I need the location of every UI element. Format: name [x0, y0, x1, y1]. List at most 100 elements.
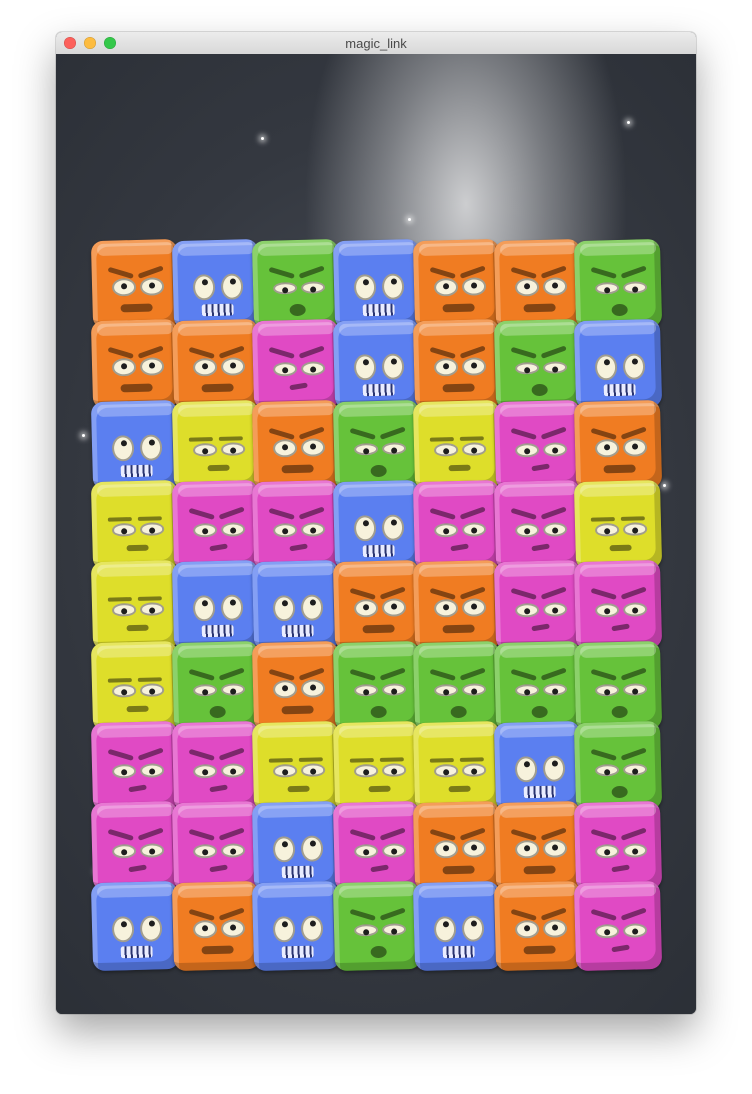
tile-magenta[interactable]: [171, 479, 260, 571]
tile-blue[interactable]: [573, 319, 663, 410]
tile-magenta[interactable]: [90, 720, 180, 811]
tile-yellow[interactable]: [90, 479, 180, 571]
tile-green[interactable]: [251, 238, 341, 330]
tile-magenta[interactable]: [573, 881, 663, 972]
pupil: [551, 447, 558, 454]
tile-blue[interactable]: [332, 479, 421, 571]
tile-orange[interactable]: [171, 881, 260, 972]
tile-orange[interactable]: [171, 319, 260, 410]
tile-highlight: [579, 643, 657, 658]
eye: [139, 843, 165, 858]
eye: [353, 683, 378, 697]
pupil: [631, 358, 639, 365]
tile-green[interactable]: [493, 319, 582, 410]
tile-magenta[interactable]: [90, 800, 180, 892]
eye: [594, 763, 620, 777]
tile-orange[interactable]: [90, 319, 180, 410]
pupil: [471, 527, 478, 534]
tile-magenta[interactable]: [493, 560, 582, 651]
tile-blue[interactable]: [251, 800, 341, 892]
tile-orange[interactable]: [412, 560, 502, 651]
tile-orange[interactable]: [251, 640, 341, 731]
eyebrow: [268, 347, 295, 360]
tile-magenta[interactable]: [171, 800, 260, 892]
mouth: [126, 544, 149, 552]
mouth: [281, 624, 314, 638]
tile-magenta[interactable]: [171, 720, 260, 811]
tile-highlight: [418, 563, 496, 578]
tile-magenta[interactable]: [493, 479, 582, 571]
tile-green[interactable]: [332, 881, 421, 972]
tile-orange[interactable]: [493, 881, 582, 972]
tile-magenta[interactable]: [332, 800, 421, 892]
tile-highlight: [177, 884, 254, 899]
tile-green[interactable]: [573, 238, 663, 330]
tile-green[interactable]: [332, 640, 421, 731]
tile-blue[interactable]: [332, 238, 421, 330]
eye: [622, 281, 648, 294]
tile-blue[interactable]: [251, 881, 341, 972]
tile-orange[interactable]: [332, 560, 421, 651]
tile-highlight: [96, 723, 174, 738]
tile-green[interactable]: [493, 640, 582, 731]
eye: [300, 835, 324, 862]
game-board[interactable]: [56, 54, 696, 1014]
eyebrow: [510, 266, 537, 279]
tile-yellow[interactable]: [412, 720, 502, 811]
tile-yellow[interactable]: [332, 720, 421, 811]
tile-blue[interactable]: [332, 319, 421, 410]
tile-magenta[interactable]: [412, 479, 502, 571]
tile-orange[interactable]: [90, 238, 180, 330]
tile-blue[interactable]: [90, 399, 180, 490]
pupil: [632, 607, 639, 614]
eye: [461, 522, 487, 537]
pupil: [470, 920, 478, 928]
eyebrow: [540, 506, 567, 520]
tile-yellow[interactable]: [412, 399, 502, 490]
tile-green[interactable]: [573, 720, 663, 811]
tile-blue[interactable]: [171, 238, 260, 330]
eye: [433, 442, 459, 457]
tile-blue[interactable]: [493, 720, 582, 811]
tile-yellow[interactable]: [251, 720, 341, 811]
tile-yellow[interactable]: [90, 560, 180, 651]
tile-highlight: [418, 804, 496, 819]
tile-green[interactable]: [412, 640, 502, 731]
tile-highlight: [96, 482, 174, 497]
mouth: [442, 945, 475, 959]
tile-green[interactable]: [171, 640, 260, 731]
eyebrow: [268, 507, 295, 520]
mouth: [611, 623, 630, 632]
tile-orange[interactable]: [573, 399, 663, 490]
tile-orange[interactable]: [493, 800, 582, 892]
tile-highlight: [499, 723, 576, 738]
tile-yellow[interactable]: [573, 479, 663, 571]
tile-highlight: [177, 563, 254, 578]
tile-green[interactable]: [573, 640, 663, 731]
tile-blue[interactable]: [412, 881, 502, 972]
mouth: [450, 705, 467, 718]
pupil: [310, 527, 317, 534]
tile-magenta[interactable]: [251, 319, 341, 410]
tile-yellow[interactable]: [90, 640, 180, 731]
pupil: [523, 925, 530, 932]
mouth: [603, 383, 636, 397]
tile-orange[interactable]: [412, 238, 502, 330]
tile-highlight: [418, 884, 496, 899]
tile-magenta[interactable]: [573, 800, 663, 892]
tile-green[interactable]: [332, 399, 421, 490]
mouth: [287, 785, 310, 793]
tile-orange[interactable]: [412, 800, 502, 892]
tile-yellow[interactable]: [171, 399, 260, 490]
tile-magenta[interactable]: [493, 399, 582, 490]
tile-magenta[interactable]: [573, 560, 663, 651]
tile-magenta[interactable]: [251, 479, 341, 571]
tile-blue[interactable]: [90, 881, 180, 972]
eyebrow: [459, 757, 484, 762]
tile-orange[interactable]: [251, 399, 341, 490]
tile-orange[interactable]: [493, 238, 582, 330]
tile-blue[interactable]: [251, 560, 341, 651]
tile-blue[interactable]: [171, 560, 260, 651]
tile-orange[interactable]: [412, 319, 502, 410]
eye: [300, 522, 326, 537]
